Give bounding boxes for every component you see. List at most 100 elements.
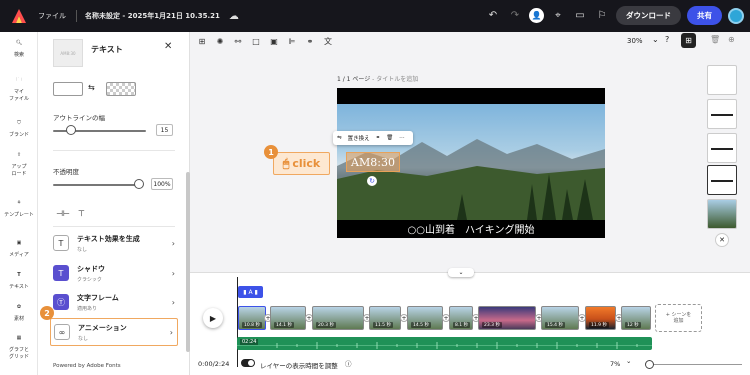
align-horizontal-icon[interactable]: ⊣⊢: [56, 209, 70, 218]
rail-label: テキスト: [9, 284, 29, 290]
timeline-clip[interactable]: 11.5 秒: [369, 306, 401, 330]
audio-waveform: [237, 342, 652, 349]
add-user-icon[interactable]: 👤: [529, 8, 544, 23]
link-icon[interactable]: ⚭: [303, 34, 317, 48]
effects-icon[interactable]: ⚯: [231, 34, 245, 48]
shape-icon[interactable]: □: [249, 34, 263, 48]
rail-item-brand[interactable]: ⛉ ブランド: [0, 120, 38, 139]
share-button[interactable]: 共有: [687, 6, 722, 25]
page-thumb[interactable]: [707, 133, 737, 163]
upload-icon: ⇪: [16, 152, 22, 158]
outline-color-swatch[interactable]: [106, 82, 136, 96]
timeline-clip[interactable]: 15.4 秒: [541, 306, 579, 330]
selected-text-element[interactable]: AM8:30: [346, 152, 400, 172]
rail-item-my-files[interactable]: 🗀 マイ ファイル: [0, 77, 38, 102]
elements-icon: ✿: [16, 304, 22, 310]
resize-icon[interactable]: ⊞: [195, 34, 209, 48]
document-title[interactable]: 名称未設定 - 2025年1月21日 10.35.21: [85, 11, 220, 21]
media-icon: ▣: [16, 240, 22, 246]
chevron-down-icon[interactable]: ⌄: [652, 35, 659, 44]
trash-icon[interactable]: 🗑: [386, 135, 393, 141]
page-thumb[interactable]: [707, 65, 737, 95]
rail-item-media[interactable]: ▣ メディア: [0, 240, 38, 259]
comment-icon[interactable]: ▭: [572, 8, 588, 24]
chevron-down-icon[interactable]: ⌄: [626, 357, 631, 365]
opacity-knob[interactable]: [134, 179, 144, 189]
avatar[interactable]: [728, 7, 744, 24]
row-text-effects[interactable]: T テキスト効果を生成 なし ›: [53, 230, 175, 256]
text-properties-panel: AM8:30 テキスト ✕ ⇆ アウトラインの幅 15 不透明度 100% ⊣⊢…: [38, 32, 190, 375]
row-text-frame[interactable]: Ⓣ 文字フレーム 適用あり ›: [53, 289, 175, 315]
clip-duration: 23.3 秒: [482, 322, 502, 328]
frame-icon[interactable]: ▣: [267, 34, 281, 48]
download-button[interactable]: ダウンロード: [616, 6, 681, 25]
page-thumb-active[interactable]: [707, 165, 737, 195]
align-vertical-icon[interactable]: ⊤: [78, 209, 85, 218]
location-icon[interactable]: ⌖: [550, 8, 566, 24]
template-icon: ⚘: [16, 200, 22, 206]
page-title-hint[interactable]: - タイトルを追加: [370, 76, 418, 83]
page-label: 1 / 1 ページ - タイトルを追加: [337, 74, 418, 83]
swap-icon[interactable]: ⇆: [88, 83, 95, 92]
timeline-clip[interactable]: 12 秒: [621, 306, 651, 330]
text-layer-chip[interactable]: ▮ A ▮: [238, 286, 263, 298]
rail-item-text[interactable]: T テキスト: [0, 272, 38, 291]
adobe-express-logo-icon[interactable]: [8, 5, 30, 27]
pages-icon[interactable]: ⊞: [681, 33, 696, 48]
close-icon[interactable]: ✕: [164, 41, 172, 52]
outline-width-value[interactable]: 15: [156, 124, 173, 136]
zoom-level[interactable]: 30%: [627, 37, 643, 45]
timeline-clip[interactable]: 8.1 秒: [449, 306, 473, 330]
align-icon[interactable]: ⊫: [285, 34, 299, 48]
redo-icon[interactable]: ↷: [507, 8, 523, 24]
translate-icon[interactable]: 文: [321, 34, 335, 48]
rail-item-grids[interactable]: ▦ グラフと グリッド: [0, 335, 38, 360]
fill-color-swatch[interactable]: [53, 82, 83, 96]
undo-icon[interactable]: ↶: [485, 8, 501, 24]
file-menu[interactable]: ファイル: [38, 11, 66, 21]
timeline-zoom[interactable]: 7%: [610, 360, 620, 368]
page-thumb[interactable]: [707, 199, 737, 229]
row-animation[interactable]: ∞ アニメーション なし ›: [50, 318, 178, 346]
replace-icon[interactable]: ⇋: [337, 135, 342, 141]
timeline-zoom-slider[interactable]: [647, 364, 742, 365]
help-icon[interactable]: ?: [665, 35, 669, 44]
row-title: 文字フレーム: [77, 293, 119, 302]
gift-icon[interactable]: ⚐: [594, 8, 610, 24]
outline-width-knob[interactable]: [66, 125, 76, 135]
add-page-icon[interactable]: ⊕: [728, 35, 735, 44]
audio-track[interactable]: 02:24: [237, 337, 652, 350]
rail-item-templates[interactable]: ⚘ テンプレート: [0, 200, 38, 219]
rail-item-search[interactable]: 🔍︎ 検索: [0, 40, 38, 59]
row-title: テキスト効果を生成: [77, 234, 140, 243]
add-scene-button[interactable]: + シーンを 追加: [655, 304, 702, 332]
collapse-timeline-icon[interactable]: ⌄: [448, 268, 474, 277]
timeline-clip[interactable]: 10.8 秒: [238, 306, 266, 330]
timeline-clip[interactable]: 11.9 秒: [585, 306, 616, 330]
step-badge-1: 1: [264, 145, 278, 159]
row-shadow[interactable]: T シャドウ クラシック ›: [53, 260, 175, 286]
timeline-clip[interactable]: 14.1 秒: [270, 306, 306, 330]
layer-duration-toggle[interactable]: [241, 359, 255, 367]
clip-duration: 8.1 秒: [453, 322, 471, 328]
replace-label[interactable]: 置き換え: [348, 134, 370, 142]
close-icon[interactable]: ✕: [715, 233, 729, 247]
trash-icon[interactable]: 🗑: [710, 35, 720, 44]
more-icon[interactable]: ⋯: [399, 135, 405, 141]
page-thumb[interactable]: [707, 99, 737, 129]
opacity-value[interactable]: 100%: [151, 178, 173, 190]
timeline-clip[interactable]: 14.5 秒: [407, 306, 443, 330]
rotate-handle-icon[interactable]: ↻: [367, 176, 377, 186]
timeline-clip[interactable]: 20.3 秒: [312, 306, 364, 330]
rail-item-elements[interactable]: ✿ 素材: [0, 304, 38, 323]
rail-item-upload[interactable]: ⇪ アップ ロード: [0, 152, 38, 177]
link-icon[interactable]: ⚭: [376, 135, 381, 141]
playback-time: 0:00/2:24: [198, 360, 230, 368]
opacity-slider[interactable]: [53, 184, 139, 186]
timeline-zoom-knob[interactable]: [645, 360, 654, 369]
play-button[interactable]: ▶: [203, 308, 223, 328]
caption-text[interactable]: ○○山到着 ハイキング開始: [337, 221, 605, 236]
design-icon[interactable]: ✺: [213, 34, 227, 48]
info-icon[interactable]: ⓘ: [345, 358, 352, 368]
timeline-clip[interactable]: 23.3 秒: [478, 306, 536, 330]
